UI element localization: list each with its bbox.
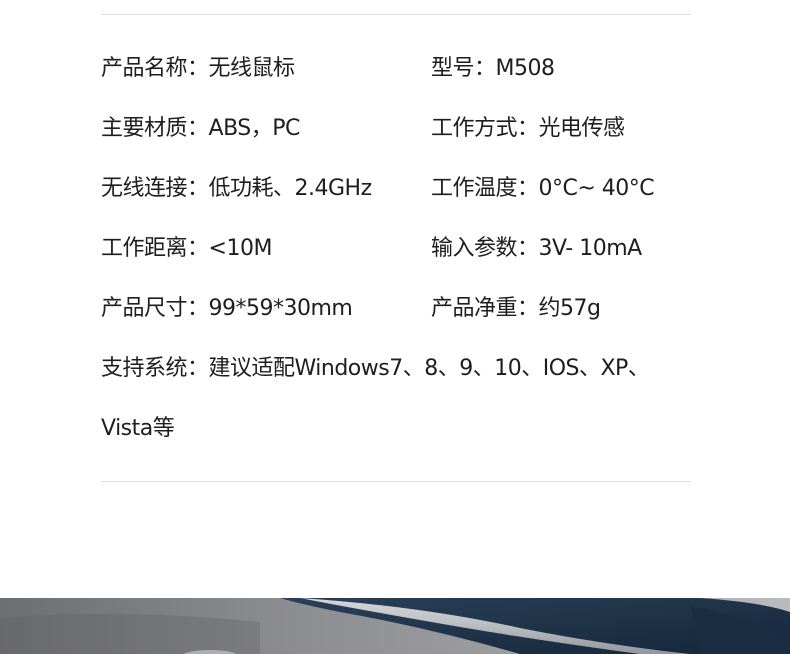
spec-systems: 支持系统：建议适配Windows7、8、9、10、IOS、XP、	[101, 354, 650, 384]
spec-input: 输入参数：3V- 10mA	[431, 234, 642, 264]
spec-wireless-value: 低功耗、2.4GHz	[208, 176, 373, 201]
spec-material-label: 主要材质：	[101, 116, 209, 141]
spec-size-value: 99*59*30mm	[208, 296, 353, 321]
spec-model: 型号：M508	[431, 54, 555, 84]
spec-weight-label: 产品净重：	[431, 296, 539, 321]
spec-temperature: 工作温度：0°C~ 40°C	[431, 174, 655, 204]
product-photo-graphic	[0, 598, 790, 654]
spec-wireless-label: 无线连接：	[101, 176, 209, 201]
spec-material-value: ABS，PC	[208, 116, 301, 141]
spec-input-value: 3V- 10mA	[538, 236, 643, 261]
spec-material: 主要材质：ABS，PC	[101, 114, 300, 144]
top-divider	[101, 14, 691, 15]
spec-working-mode-label: 工作方式：	[431, 116, 539, 141]
spec-name-label: 产品名称：	[101, 56, 209, 81]
spec-model-label: 型号：	[431, 56, 496, 81]
spec-systems-continued: Vista等	[101, 414, 175, 444]
spec-model-value: M508	[495, 56, 555, 81]
spec-size: 产品尺寸：99*59*30mm	[101, 294, 353, 324]
spec-name-value: 无线鼠标	[208, 56, 296, 81]
spec-weight-value: 约57g	[538, 296, 601, 321]
spec-name: 产品名称：无线鼠标	[101, 54, 295, 84]
spec-temperature-value: 0°C~ 40°C	[538, 176, 655, 201]
spec-working-mode: 工作方式：光电传感	[431, 114, 625, 144]
product-photo-strip	[0, 598, 790, 654]
spec-working-mode-value: 光电传感	[538, 116, 626, 141]
spec-range: 工作距离：<10M	[101, 234, 272, 264]
spec-size-label: 产品尺寸：	[101, 296, 209, 321]
spec-wireless: 无线连接：低功耗、2.4GHz	[101, 174, 372, 204]
spec-systems-label: 支持系统：	[101, 356, 209, 381]
spec-range-label: 工作距离：	[101, 236, 209, 261]
spec-range-value: <10M	[208, 236, 273, 261]
spec-systems-value-continued: Vista等	[101, 416, 175, 441]
spec-temperature-label: 工作温度：	[431, 176, 539, 201]
spec-systems-value: 建议适配Windows7、8、9、10、IOS、XP、	[208, 356, 650, 381]
spec-weight: 产品净重：约57g	[431, 294, 601, 324]
spec-input-label: 输入参数：	[431, 236, 539, 261]
bottom-divider	[101, 481, 691, 482]
